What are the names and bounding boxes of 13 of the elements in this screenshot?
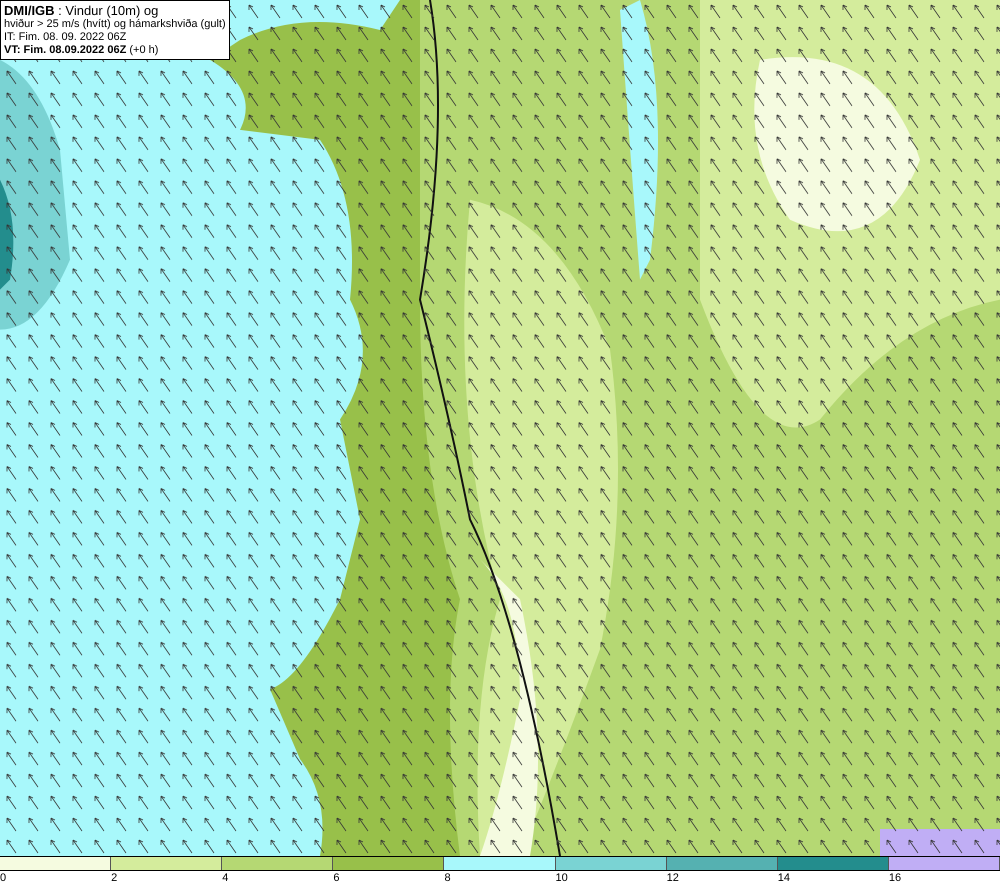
legend-tick-label: 14 [778, 871, 790, 886]
legend-tick-label: 2 [111, 871, 118, 886]
legend-tick-label: 8 [444, 871, 451, 886]
legend-tick-label: 12 [666, 871, 679, 886]
legend-tick-label: 16 [888, 871, 902, 886]
legend-tick-label: 6 [333, 871, 340, 886]
title-line: hviður > 25 m/s (hvítt) og hámarkshviða (gult) [4, 18, 226, 31]
title-line: VT: Fim. 08.09.2022 06Z (+0 h) [4, 44, 160, 57]
title-line: IT: Fim. 08. 09. 2022 06Z [4, 31, 128, 44]
legend-tick-label: 4 [222, 871, 228, 886]
legend-tick-label: 10 [556, 871, 568, 886]
legend-tick-label: 0 [0, 871, 6, 886]
title-line: DMI/IGB : Vindur (10m) og [4, 3, 160, 18]
